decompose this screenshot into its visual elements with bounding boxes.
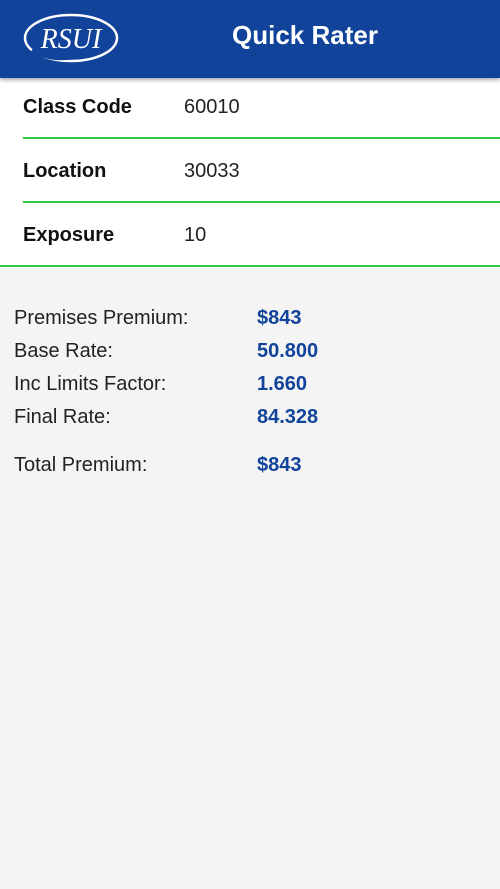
class-code-label: Class Code (23, 96, 132, 118)
page-title: Quick Rater (232, 20, 378, 50)
final-rate-label: Final Rate: (14, 406, 111, 428)
base-rate-row: Base Rate: 50.800 (0, 336, 500, 366)
location-divider (23, 201, 500, 203)
class-code-row: Class Code (0, 78, 500, 142)
exposure-row: Exposure (0, 206, 500, 270)
final-rate-row: Final Rate: 84.328 (0, 402, 500, 432)
class-code-input[interactable] (184, 78, 484, 136)
total-premium-value: $843 (257, 454, 302, 476)
inc-limits-factor-value: 1.660 (257, 373, 308, 395)
base-rate-label: Base Rate: (14, 340, 113, 362)
total-premium-label: Total Premium: (14, 454, 148, 476)
app-header: RSUI Quick Rater (0, 0, 500, 78)
final-rate-value: 84.328 (257, 406, 319, 428)
exposure-label: Exposure (23, 224, 115, 246)
exposure-divider (0, 265, 500, 267)
base-rate-value: 50.800 (257, 340, 319, 362)
premises-premium-row: Premises Premium: $843 (0, 303, 500, 333)
exposure-input[interactable] (184, 206, 484, 264)
location-input[interactable] (184, 142, 484, 200)
rater-form: Class Code Location Exposure (0, 78, 500, 268)
class-code-divider (23, 137, 500, 139)
inc-limits-factor-label: Inc Limits Factor: (14, 373, 167, 395)
location-row: Location (0, 142, 500, 206)
premises-premium-value: $843 (257, 307, 302, 329)
total-premium-row: Total Premium: $843 (0, 450, 500, 480)
location-label: Location (23, 160, 107, 182)
premises-premium-label: Premises Premium: (14, 307, 189, 329)
inc-limits-factor-row: Inc Limits Factor: 1.660 (0, 369, 500, 399)
